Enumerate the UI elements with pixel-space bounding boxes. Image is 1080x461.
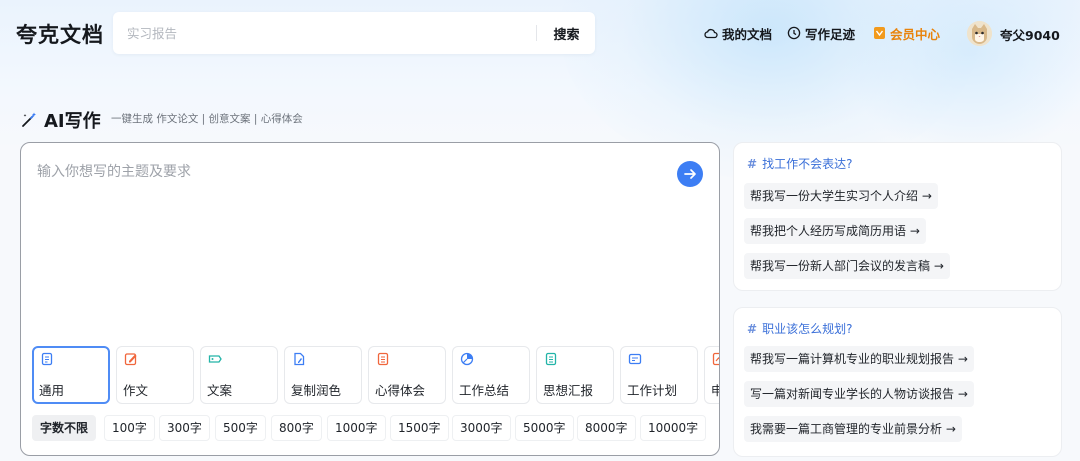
search-bar: 搜索 — [113, 12, 595, 54]
type-card-polish[interactable]: 复制润色 — [284, 346, 362, 404]
magic-pen-icon — [22, 112, 36, 127]
doc-icon — [41, 352, 53, 366]
type-card-label: 通用 — [39, 383, 65, 398]
topic-input[interactable] — [37, 161, 667, 331]
search-input[interactable] — [127, 12, 527, 54]
ai-writing-subtitle: 一键生成 作文论文 | 创意文案 | 心得体会 — [111, 113, 303, 125]
nav-my-documents-label: 我的文档 — [722, 26, 773, 42]
user-name[interactable]: 夸父9040 — [1000, 25, 1060, 44]
pen-icon — [124, 353, 137, 366]
type-card-label: 复制润色 — [291, 383, 342, 398]
writing-type-list: 通用 作文 文案 复制润色 心得体会 工作总结 思想汇报 工作计划 — [32, 346, 719, 404]
cat-avatar-icon — [967, 21, 992, 46]
type-card-application[interactable]: 申 — [704, 346, 719, 404]
nav-writing-history[interactable]: 写作足迹 — [787, 24, 855, 42]
polish-icon — [294, 352, 305, 366]
app-logo[interactable]: 夸克文档 — [16, 19, 104, 49]
word-count-option[interactable]: 1500字 — [390, 415, 449, 441]
clock-icon — [787, 26, 801, 40]
word-count-option[interactable]: 5000字 — [515, 415, 574, 441]
notes-icon — [377, 352, 389, 366]
tag-icon — [208, 355, 222, 363]
type-card-essay[interactable]: 作文 — [116, 346, 194, 404]
suggestion-prompt[interactable]: 写一篇对新闻专业学长的人物访谈报告 → — [744, 381, 974, 407]
report-icon — [545, 352, 557, 366]
type-card-label: 作文 — [123, 383, 149, 398]
word-count-unlimited[interactable]: 字数不限 — [32, 415, 97, 441]
word-count-option[interactable]: 300字 — [159, 415, 210, 441]
suggestion-prompt[interactable]: 帮我写一份新人部门会议的发言稿 → — [744, 253, 950, 279]
word-count-option[interactable]: 8000字 — [577, 415, 636, 441]
apply-icon — [712, 352, 719, 366]
suggestion-prompt[interactable]: 帮我写一篇计算机专业的职业规划报告 → — [744, 346, 974, 372]
nav-writing-history-label: 写作足迹 — [805, 26, 856, 42]
nav-vip-center-label: 会员中心 — [890, 26, 941, 42]
type-card-reflection[interactable]: 心得体会 — [368, 346, 446, 404]
ai-writing-title: AI写作 — [44, 111, 101, 132]
suggestion-prompt[interactable]: 我需要一篇工商管理的专业前景分析 → — [744, 416, 962, 442]
plan-icon — [628, 353, 642, 365]
hash-icon: # — [747, 322, 758, 336]
search-button[interactable]: 搜索 — [538, 12, 595, 54]
search-divider — [536, 25, 537, 41]
panel-title: # 找工作不会表达? — [747, 157, 853, 171]
ai-writing-heading: AI写作 — [20, 107, 101, 133]
vip-icon — [874, 27, 885, 39]
type-card-label: 文案 — [207, 383, 233, 398]
word-count-option[interactable]: 500字 — [215, 415, 266, 441]
type-card-label: 申 — [711, 380, 719, 399]
type-card-label: 工作计划 — [627, 383, 678, 398]
user-avatar[interactable] — [967, 21, 992, 46]
type-card-general[interactable]: 通用 — [32, 346, 110, 404]
send-button[interactable] — [677, 161, 703, 187]
nav-my-documents[interactable]: 我的文档 — [704, 24, 772, 42]
chart-pie-icon — [460, 352, 474, 366]
cloud-icon — [704, 28, 718, 39]
ai-writing-editor: 通用 作文 文案 复制润色 心得体会 工作总结 思想汇报 工作计划 — [20, 142, 720, 456]
type-card-work-summary[interactable]: 工作总结 — [452, 346, 530, 404]
suggestion-prompt[interactable]: 帮我写一份大学生实习个人介绍 → — [744, 183, 938, 209]
type-card-label: 心得体会 — [375, 383, 426, 398]
type-card-label: 工作总结 — [459, 383, 510, 398]
word-count-option[interactable]: 100字 — [104, 415, 155, 441]
suggestion-panel-job-expression: # 找工作不会表达? 帮我写一份大学生实习个人介绍 → 帮我把个人经历写成简历用语… — [733, 142, 1062, 291]
nav-vip-center[interactable]: 会员中心 — [873, 24, 940, 42]
hash-icon: # — [747, 157, 758, 171]
suggestion-panel-career-planning: # 职业该怎么规划? 帮我写一篇计算机专业的职业规划报告 → 写一篇对新闻专业学长… — [733, 307, 1062, 457]
word-count-option[interactable]: 10000字 — [640, 415, 707, 441]
type-card-copywriting[interactable]: 文案 — [200, 346, 278, 404]
type-card-work-plan[interactable]: 工作计划 — [620, 346, 698, 404]
panel-title: # 职业该怎么规划? — [747, 322, 853, 336]
word-count-option[interactable]: 800字 — [271, 415, 322, 441]
type-card-thought-report[interactable]: 思想汇报 — [536, 346, 614, 404]
arrow-right-icon — [684, 169, 696, 179]
suggestion-prompt[interactable]: 帮我把个人经历写成简历用语 → — [744, 218, 926, 244]
word-count-option[interactable]: 3000字 — [452, 415, 511, 441]
word-count-option[interactable]: 1000字 — [327, 415, 386, 441]
type-card-label: 思想汇报 — [543, 383, 594, 398]
